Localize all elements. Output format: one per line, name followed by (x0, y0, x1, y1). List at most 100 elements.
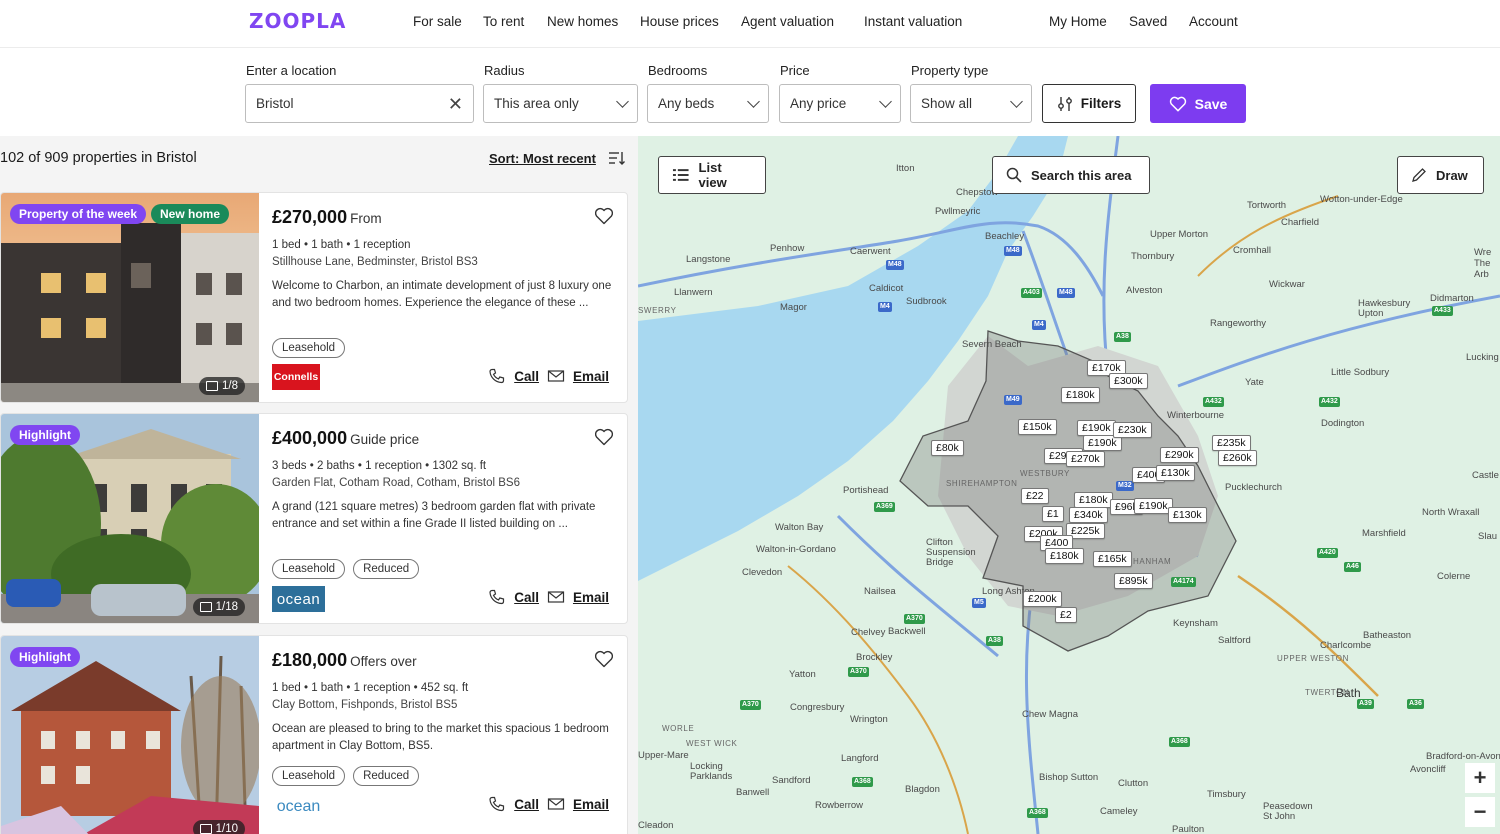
map-price-pin[interactable]: £340k (1069, 507, 1108, 523)
sliders-icon (1057, 96, 1072, 111)
sort-dropdown[interactable]: Sort: Most recent (489, 151, 596, 166)
listing-photo[interactable]: Highlight 1/10 (1, 636, 259, 834)
map-price-pin[interactable]: £190k (1134, 498, 1173, 514)
listing-card[interactable]: Highlight 1/18 £400,000 Guide price 3 bed… (0, 413, 628, 624)
nav-my-home[interactable]: My Home (1049, 14, 1107, 29)
map-label-didmarton: Didmarton (1430, 293, 1474, 304)
zoom-in-button[interactable]: + (1465, 763, 1495, 793)
nav-account[interactable]: Account (1189, 14, 1238, 29)
map-label-banwell: Banwell (736, 787, 770, 798)
map-price-pin[interactable]: £130k (1168, 507, 1207, 523)
image-count[interactable]: 1/18 (192, 598, 245, 616)
property-type-select[interactable]: Show all (910, 84, 1032, 123)
draw-button[interactable]: Draw (1397, 156, 1484, 194)
map-price-pin[interactable]: £165k (1093, 551, 1132, 567)
image-count[interactable]: 1/10 (192, 820, 245, 834)
map-price-pin[interactable]: £895k (1114, 573, 1153, 589)
map-label-blagdon: Blagdon (905, 784, 940, 795)
map-price-pin[interactable]: £2 (1055, 607, 1077, 623)
price-value: Any price (790, 96, 847, 111)
call-button[interactable]: Call (514, 369, 539, 384)
agent-logo[interactable]: ocean (272, 586, 325, 612)
listing-card[interactable]: Property of the week New home 1/8 £270,0… (0, 192, 628, 403)
save-listing-heart-icon[interactable] (594, 428, 614, 446)
envelope-icon (547, 370, 565, 382)
clear-icon[interactable]: ✕ (448, 95, 463, 113)
map-label-severn-beach: Severn Beach (962, 339, 1022, 350)
map-price-pin[interactable]: £260k (1218, 450, 1257, 466)
map-price-pin[interactable]: £300k (1109, 373, 1148, 389)
listing-address[interactable]: Garden Flat, Cotham Road, Cotham, Bristo… (272, 477, 520, 489)
map-price-pin[interactable]: £230k (1113, 422, 1152, 438)
save-search-button[interactable]: Save (1150, 84, 1246, 123)
map-price-pin[interactable]: £180k (1061, 387, 1100, 403)
agent-logo[interactable]: Connells (272, 364, 320, 390)
nav-agent-valuation[interactable]: Agent valuation (741, 14, 834, 29)
map-label-caldicot: Caldicot (869, 283, 904, 294)
map-label-upper-morton: Upper Morton (1150, 229, 1209, 240)
zoopla-logo[interactable]: ZOOPLA (249, 9, 346, 33)
road-tag-a368: A368 (852, 777, 873, 787)
map-label-shirehampton: SHIREHAMPTON (946, 479, 1018, 488)
map-price-pin[interactable]: £1 (1042, 506, 1064, 522)
map-price-pin[interactable]: £130k (1156, 465, 1195, 481)
listing-tags: Leasehold Reduced (272, 766, 420, 786)
listing-address[interactable]: Stillhouse Lane, Bedminster, Bristol BS3 (272, 256, 478, 268)
map-label-beachley: Beachley (985, 231, 1025, 242)
envelope-icon (547, 591, 565, 603)
zoom-out-button[interactable]: − (1465, 797, 1495, 827)
filters-button[interactable]: Filters (1042, 84, 1136, 123)
price-select[interactable]: Any price (779, 84, 901, 123)
nav-new-homes[interactable]: New homes (547, 14, 618, 29)
map-price-pin[interactable]: £200k (1023, 591, 1062, 607)
listing-address[interactable]: Clay Bottom, Fishponds, Bristol BS5 (272, 699, 457, 711)
map-price-pin[interactable]: £190k (1077, 420, 1116, 436)
map-label-sandford: Sandford (772, 775, 811, 786)
map-price-pin[interactable]: £150k (1018, 419, 1057, 435)
map-label-locking-parklands: Locking Parklands (690, 761, 733, 782)
map-label-tortworth: Tortworth (1247, 200, 1287, 211)
listing-description: A grand (121 square metres) 3 bedroom ga… (272, 501, 596, 530)
nav-house-prices[interactable]: House prices (640, 14, 719, 29)
location-input[interactable]: Bristol ✕ (245, 84, 474, 123)
email-button[interactable]: Email (573, 797, 609, 812)
agent-logo[interactable]: ocean (272, 794, 325, 820)
map-price-pin[interactable]: £180k (1074, 492, 1113, 508)
map-label-colerne: Colerne (1437, 571, 1471, 582)
listing-photo[interactable]: Property of the week New home 1/8 (1, 193, 259, 402)
nav-instant-valuation[interactable]: Instant valuation (864, 14, 962, 29)
road-tag-a368: A368 (1169, 737, 1190, 747)
map-label-sudbrook: Sudbrook (906, 296, 947, 307)
map-price-pin[interactable]: £270k (1066, 451, 1105, 467)
image-count[interactable]: 1/8 (199, 377, 245, 395)
map-price-pin[interactable]: £80k (931, 440, 964, 456)
email-button[interactable]: Email (573, 590, 609, 605)
map-label-hanham: HANHAM (1133, 557, 1172, 566)
email-button[interactable]: Email (573, 369, 609, 384)
map-price-pin[interactable]: £235k (1212, 435, 1251, 451)
map-price-pin[interactable]: £290k (1160, 447, 1199, 463)
map-price-pin[interactable]: £22 (1021, 488, 1049, 504)
save-listing-heart-icon[interactable] (594, 650, 614, 668)
save-listing-heart-icon[interactable] (594, 207, 614, 225)
call-button[interactable]: Call (514, 797, 539, 812)
road-tag-m48: M48 (886, 260, 904, 270)
map-label-slau: Slau (1478, 531, 1498, 542)
chevron-down-icon (1010, 94, 1023, 108)
bedrooms-select[interactable]: Any beds (647, 84, 769, 123)
listing-card[interactable]: Highlight 1/10 £180,000 Offers over 1 bed… (0, 635, 628, 834)
envelope-icon (547, 798, 565, 810)
phone-icon (489, 368, 505, 384)
nav-to-rent[interactable]: To rent (483, 14, 524, 29)
map-label-langford: Langford (841, 753, 879, 764)
call-button[interactable]: Call (514, 590, 539, 605)
nav-saved[interactable]: Saved (1129, 14, 1167, 29)
nav-for-sale[interactable]: For sale (413, 14, 462, 29)
results-map[interactable]: Itton Chepstow Pwllmeyric Tortworth Wott… (638, 136, 1500, 834)
sort-icon[interactable] (608, 150, 626, 166)
list-view-button[interactable]: List view (658, 156, 766, 194)
radius-select[interactable]: This area only (483, 84, 638, 123)
search-this-area-button[interactable]: Search this area (992, 156, 1150, 194)
map-price-pin[interactable]: £180k (1045, 548, 1084, 564)
listing-photo[interactable]: Highlight 1/18 (1, 414, 259, 623)
